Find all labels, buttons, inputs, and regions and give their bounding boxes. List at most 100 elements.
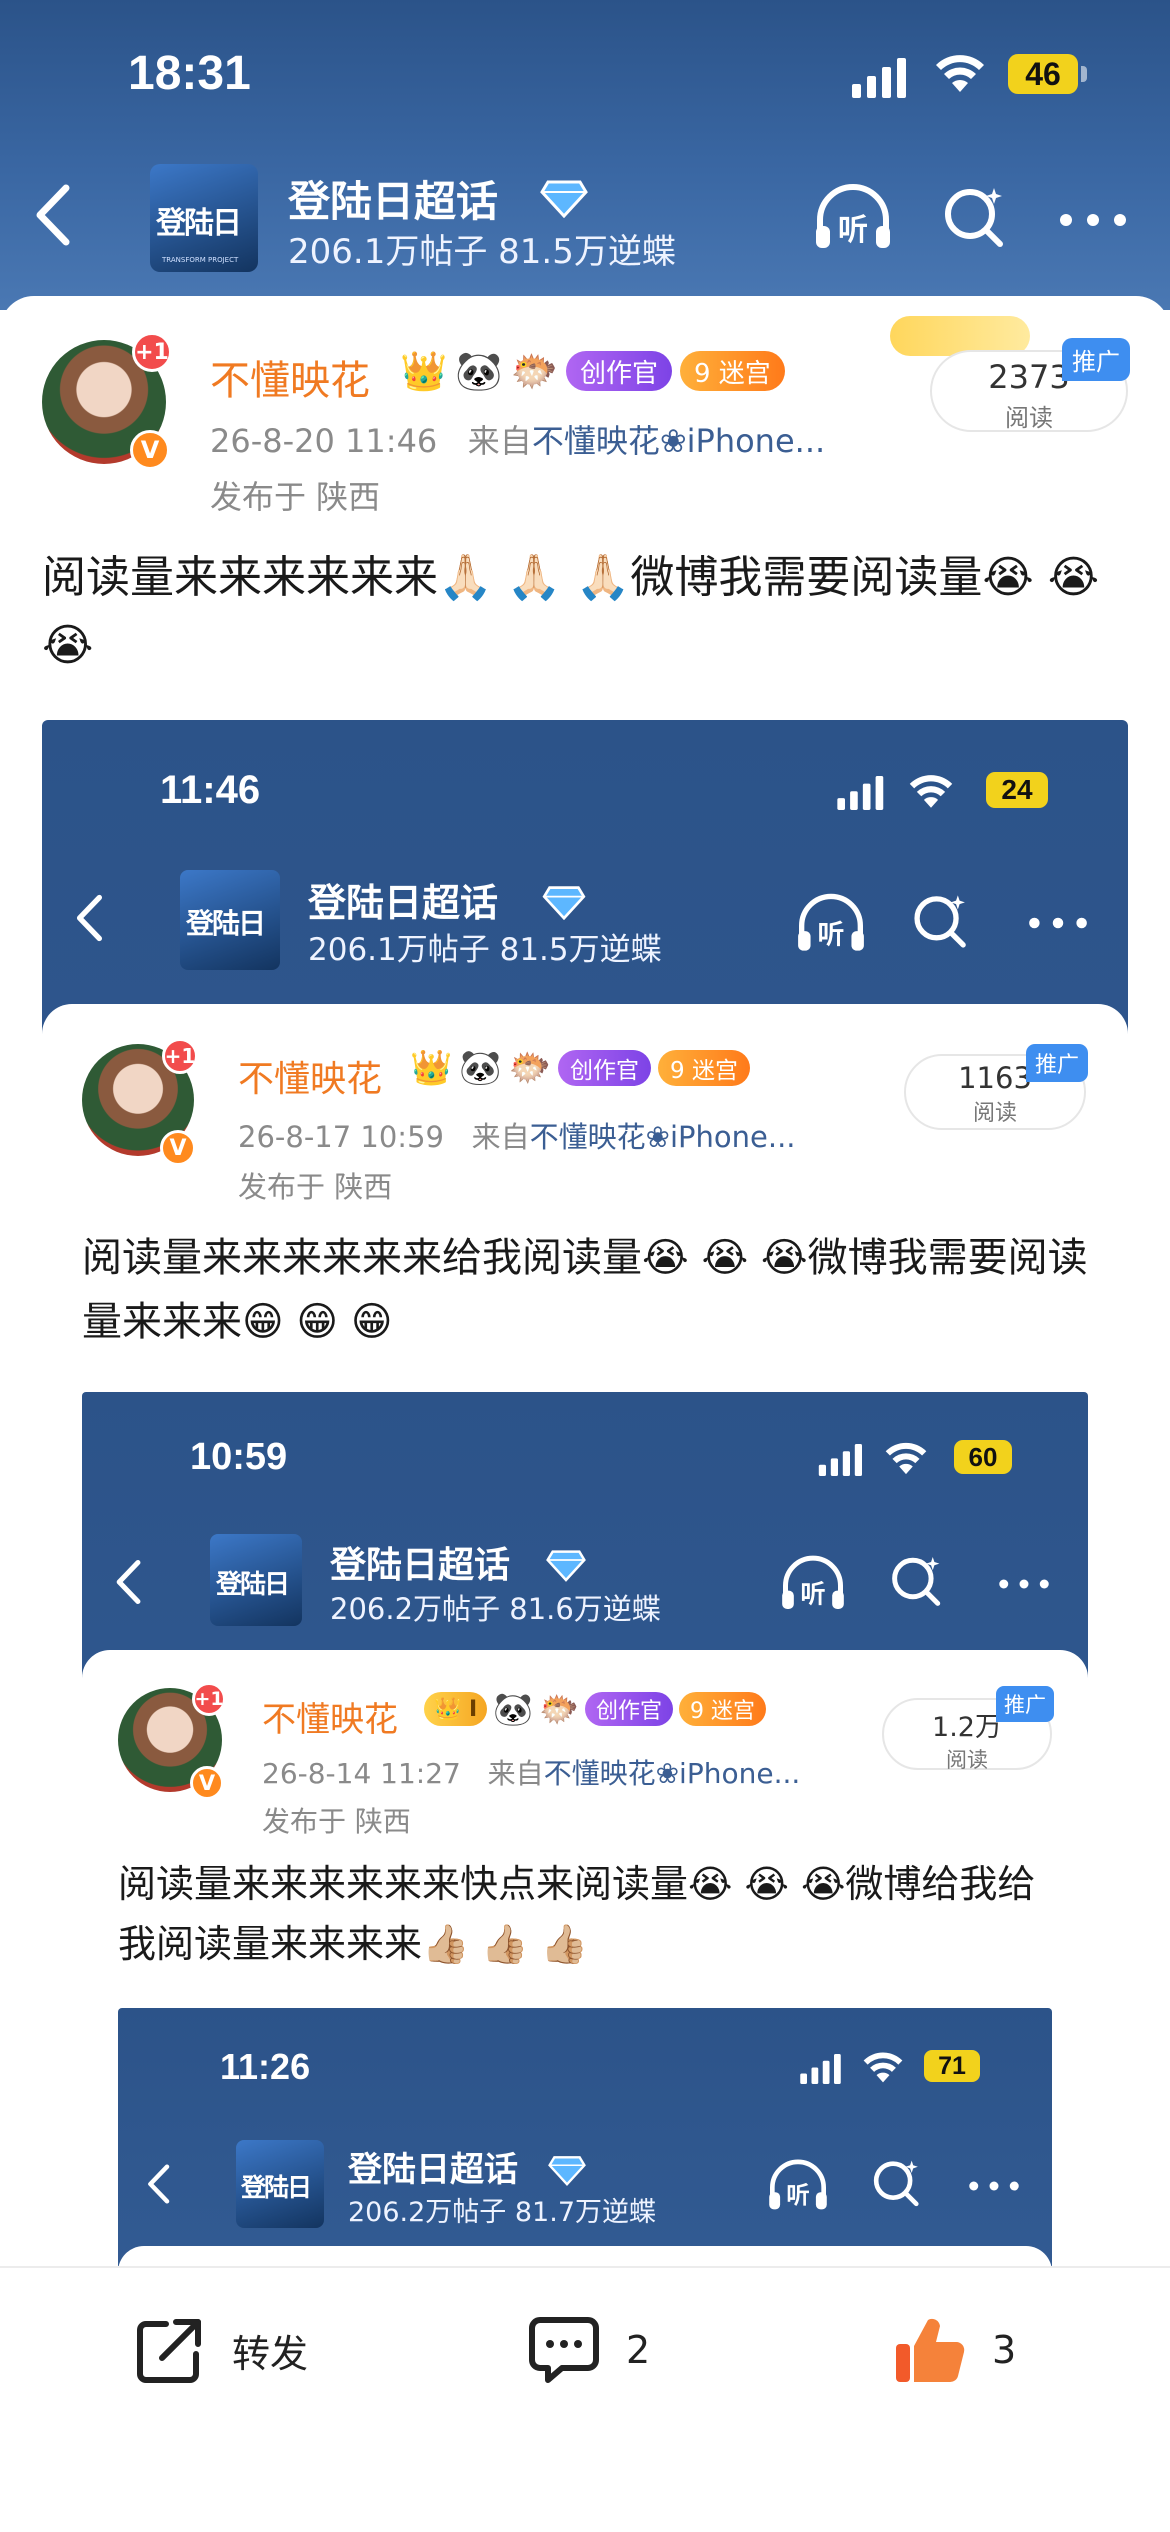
nested-screenshot-1: 11:46 24 登陆日 登陆日超话 206.1万帖子 81.5万逆蝶 听 +1… [42, 720, 1128, 2320]
post-source-prefix: 来自 [471, 1120, 530, 1154]
like-button[interactable]: 3 [892, 2310, 1016, 2390]
verified-badge-icon: V [130, 430, 170, 470]
user-badges: 👑 🐼 🐡 创作官 9 迷宫 [400, 346, 785, 396]
nested-post-card: +1 V 不懂映花 👑 I 🐼 🐡 创作官 9 迷宫 26-8-14 11:27 [82, 1650, 1088, 2320]
post-meta: 26-8-20 11:46 来自不懂映花❀iPhone... [210, 416, 825, 462]
cellular-signal-icon [852, 58, 906, 98]
nested-post-text: 阅读量来来来来来来快点来阅读量😭 😭 😭微博给我给我阅读量来来来来👍🏼 👍🏼 👍… [118, 1862, 1036, 1966]
nested-status-time: 11:46 [160, 768, 261, 812]
nested-topic-stats: 206.1万帖子 81.5万逆蝶 [308, 932, 662, 968]
username[interactable]: 不懂映花 [210, 348, 370, 406]
nested-topic-title: 登陆日超话 [308, 881, 499, 925]
fish-badge-icon[interactable]: 🐡 [511, 352, 558, 390]
topic-logo-text: 登陆日 [241, 2173, 312, 2202]
repost-label: 转发 [232, 2331, 309, 2376]
nested-screenshot-2: 10:59 60 登陆日 登陆日超话 206.2万帖子 81.6万逆蝶 听 +1… [82, 1392, 1088, 2320]
comment-count: 2 [626, 2328, 651, 2372]
post-source[interactable]: 不懂映花❀iPhone... [532, 422, 825, 460]
nested-post-text: 阅读量来来来来来来给我阅读量😭 😭 😭微博我需要阅读量来来来😁 😁 😁 [82, 1235, 1088, 1345]
promote-tag: 推广 [996, 1686, 1054, 1722]
comment-icon [529, 2317, 599, 2383]
topic-logo-text: 登陆日 [216, 1570, 290, 1600]
topic-nav-row: 登陆日 TRANSFORM PROJECT 登陆日超话 206.1万帖子 81.… [0, 160, 1170, 280]
nested-topic-stats: 206.2万帖子 81.6万逆蝶 [330, 1592, 661, 1626]
topic-logo[interactable]: 登陆日 TRANSFORM PROJECT [150, 164, 258, 272]
maze-badge: 9 迷宫 [678, 1692, 766, 1726]
wifi-icon [936, 55, 984, 92]
nested-post-meta: 26-8-17 10:59 来自不懂映花❀iPhone... [238, 1114, 796, 1156]
wifi-icon [885, 1442, 927, 1475]
back-arrow-icon [116, 1560, 141, 1604]
crown-level-badge: 👑 I [424, 1692, 488, 1726]
post-time: 26-8-14 11:27 [262, 1757, 461, 1790]
headphones-icon: 听 [769, 2159, 827, 2210]
avatar-plus-badge: +1 [192, 1682, 226, 1716]
panda-badge-icon[interactable]: 🐼 [455, 352, 502, 390]
nested-username: 不懂映花 [238, 1059, 383, 1100]
promote-tag[interactable]: 推广 [1062, 338, 1130, 381]
post-source-prefix: 来自 [467, 422, 532, 460]
cellular-signal-icon [837, 776, 884, 810]
wifi-icon [909, 775, 953, 808]
post-source: 不懂映花❀iPhone... [543, 1757, 801, 1790]
svg-text:听: 听 [800, 1579, 825, 1608]
creator-badge: 创作官 [584, 1692, 673, 1726]
back-button[interactable] [30, 182, 80, 248]
read-count-label: 阅读 [946, 1748, 988, 1772]
search-icon[interactable] [940, 182, 1010, 252]
post-image[interactable]: 11:46 24 登陆日 登陆日超话 206.1万帖子 81.5万逆蝶 听 +1… [42, 720, 1128, 2320]
svg-text:听: 听 [786, 2181, 809, 2209]
like-count: 3 [992, 2328, 1017, 2372]
post-source: 不懂映花❀iPhone... [529, 1120, 796, 1154]
avatar-plus-badge: +1 [132, 332, 172, 372]
diamond-level-icon [542, 886, 586, 920]
post-card: +1 V 不懂映花 👑 🐼 🐡 创作官 9 迷宫 26-8-20 11:46 来… [0, 296, 1170, 2320]
cellular-signal-icon [818, 1444, 862, 1476]
maze-badge: 9 迷宫 [658, 1050, 750, 1086]
topic-logo: 登陆日 [210, 1534, 302, 1626]
status-time: 18:31 [128, 47, 251, 100]
more-options-icon [999, 1579, 1049, 1589]
creator-badge[interactable]: 创作官 [565, 351, 672, 391]
more-options-icon [1029, 917, 1087, 929]
topic-title[interactable]: 登陆日超话 [288, 168, 498, 229]
crown-badge-icon[interactable]: 👑 [400, 352, 447, 390]
panda-badge-icon: 🐼 [493, 1690, 534, 1728]
post-source-prefix: 来自 [487, 1757, 544, 1790]
svg-text:听: 听 [838, 213, 868, 248]
nested-status-time: 11:26 [220, 2046, 311, 2087]
topic-logo: 登陆日 [180, 870, 280, 970]
battery-indicator: 24 [986, 772, 1048, 808]
nested-post-meta: 26-8-14 11:27 来自不懂映花❀iPhone... [262, 1752, 800, 1792]
avatar-plus-badge: +1 [162, 1038, 198, 1074]
nested-username: 不懂映花 [262, 1700, 398, 1740]
repost-button[interactable]: 转发 [132, 2310, 308, 2390]
wifi-icon [863, 2052, 903, 2083]
thumbs-up-icon [896, 2318, 965, 2383]
post-time: 26-8-20 11:46 [210, 422, 438, 460]
svg-text:听: 听 [818, 920, 845, 951]
back-arrow-icon [76, 894, 103, 942]
nested-topic-stats: 206.2万帖子 81.7万逆蝶 [348, 2197, 656, 2228]
listen-headphones-button[interactable]: 听 [812, 182, 894, 254]
nested-topic-title: 登陆日超话 [348, 2150, 518, 2190]
post-text: 阅读量来来来来来来🙏🏻 🙏🏻 🙏🏻微博我需要阅读量😭 😭 😭 [42, 552, 1100, 671]
post-header: +1 V 不懂映花 👑 🐼 🐡 创作官 9 迷宫 26-8-20 11:46 来… [0, 296, 1170, 536]
nested-post-card: +1 V 不懂映花 👑 🐼 🐡 创作官 9 迷宫 26-8-17 10:59 来… [42, 1004, 1128, 2320]
diamond-level-icon [548, 2156, 586, 2186]
user-badges: 👑 I 🐼 🐡 创作官 9 迷宫 [424, 1692, 766, 1726]
status-bar: 18:31 46 [0, 0, 1170, 150]
diamond-level-icon [546, 1550, 586, 1582]
read-count-label: 阅读 [972, 1101, 1017, 1126]
battery-tip [1081, 66, 1087, 82]
panda-badge-icon: 🐼 [459, 1048, 502, 1088]
nested-status-time: 10:59 [190, 1436, 288, 1478]
comment-button[interactable]: 2 [526, 2310, 650, 2390]
more-options-icon[interactable] [1058, 212, 1128, 228]
topic-logo-text: 登陆日 [186, 907, 266, 940]
fish-badge-icon: 🐡 [508, 1048, 552, 1088]
share-icon [137, 2319, 201, 2383]
more-options-icon [969, 2181, 1019, 2191]
battery-indicator: 71 [924, 2050, 980, 2082]
maze-badge[interactable]: 9 迷宫 [680, 351, 785, 391]
